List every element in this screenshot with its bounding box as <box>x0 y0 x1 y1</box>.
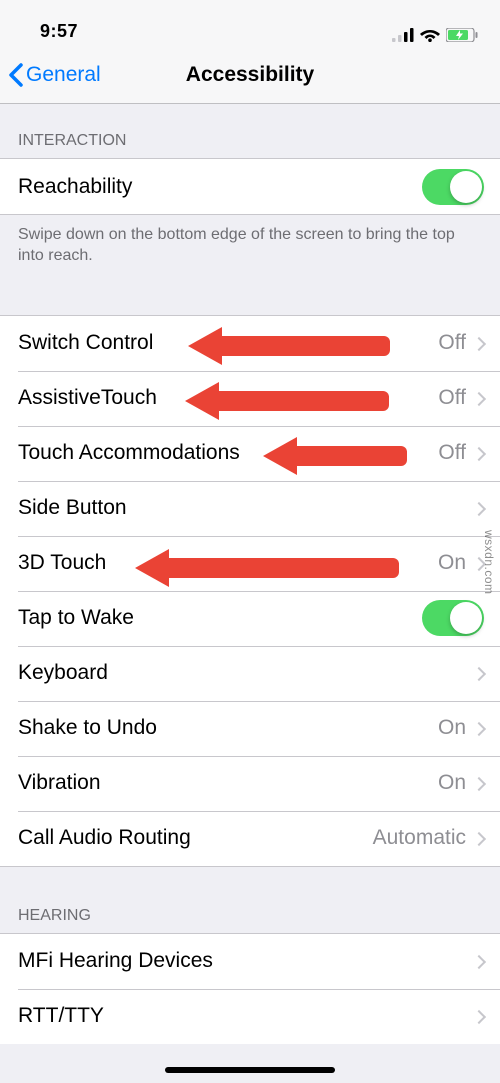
row-reachability[interactable]: Reachability <box>0 159 500 214</box>
row-label: RTT/TTY <box>18 1004 474 1028</box>
row-label: Reachability <box>18 175 422 199</box>
section-header-hearing: HEARING <box>0 867 500 933</box>
row-side-button[interactable]: Side Button <box>0 481 500 536</box>
row-vibration[interactable]: Vibration On <box>0 756 500 811</box>
row-label: Vibration <box>18 771 438 795</box>
group-reachability: Reachability <box>0 158 500 215</box>
section-header-interaction: INTERACTION <box>0 104 500 158</box>
back-label: General <box>26 63 101 87</box>
row-label: AssistiveTouch <box>18 386 438 410</box>
toggle-reachability[interactable] <box>422 169 484 205</box>
chevron-right-icon <box>472 667 486 681</box>
row-value: Off <box>438 441 466 465</box>
section-footer-interaction: Swipe down on the bottom edge of the scr… <box>0 215 500 275</box>
back-button[interactable]: General <box>0 63 101 87</box>
row-assistivetouch[interactable]: AssistiveTouch Off <box>0 371 500 426</box>
chevron-right-icon <box>472 502 486 516</box>
row-label: MFi Hearing Devices <box>18 949 474 973</box>
row-value: On <box>438 716 466 740</box>
row-label: Shake to Undo <box>18 716 438 740</box>
row-shake-to-undo[interactable]: Shake to Undo On <box>0 701 500 756</box>
row-label: 3D Touch <box>18 551 438 575</box>
row-keyboard[interactable]: Keyboard <box>0 646 500 701</box>
battery-icon <box>446 28 478 42</box>
chevron-right-icon <box>472 955 486 969</box>
row-label: Switch Control <box>18 331 438 355</box>
row-value: Off <box>438 386 466 410</box>
group-hearing: MFi Hearing Devices RTT/TTY <box>0 933 500 1044</box>
status-time: 9:57 <box>40 21 78 42</box>
chevron-right-icon <box>472 722 486 736</box>
chevron-right-icon <box>472 1010 486 1024</box>
home-indicator[interactable] <box>165 1067 335 1073</box>
wifi-icon <box>420 28 440 42</box>
status-icons <box>392 28 478 42</box>
watermark: wsxdn.com <box>482 530 496 595</box>
nav-header: General Accessibility <box>0 46 500 104</box>
signal-icon <box>392 28 414 42</box>
row-value: Automatic <box>373 826 466 850</box>
spacer <box>0 275 500 315</box>
chevron-right-icon <box>472 392 486 406</box>
row-value: On <box>438 771 466 795</box>
row-mfi-hearing-devices[interactable]: MFi Hearing Devices <box>0 934 500 989</box>
row-touch-accommodations[interactable]: Touch Accommodations Off <box>0 426 500 481</box>
chevron-left-icon <box>8 63 24 87</box>
row-3d-touch[interactable]: 3D Touch On <box>0 536 500 591</box>
row-label: Side Button <box>18 496 474 520</box>
row-tap-to-wake[interactable]: Tap to Wake <box>0 591 500 646</box>
chevron-right-icon <box>472 832 486 846</box>
row-label: Call Audio Routing <box>18 826 373 850</box>
status-bar: 9:57 <box>0 0 500 46</box>
group-interaction-items: Switch Control Off AssistiveTouch Off To… <box>0 315 500 867</box>
chevron-right-icon <box>472 337 486 351</box>
toggle-knob <box>450 602 482 634</box>
row-label: Touch Accommodations <box>18 441 438 465</box>
chevron-right-icon <box>472 777 486 791</box>
row-switch-control[interactable]: Switch Control Off <box>0 316 500 371</box>
row-label: Keyboard <box>18 661 474 685</box>
chevron-right-icon <box>472 447 486 461</box>
row-label: Tap to Wake <box>18 606 422 630</box>
toggle-knob <box>450 171 482 203</box>
row-rtt-tty[interactable]: RTT/TTY <box>0 989 500 1044</box>
row-value: Off <box>438 331 466 355</box>
row-value: On <box>438 551 466 575</box>
row-call-audio-routing[interactable]: Call Audio Routing Automatic <box>0 811 500 866</box>
toggle-tap-to-wake[interactable] <box>422 600 484 636</box>
